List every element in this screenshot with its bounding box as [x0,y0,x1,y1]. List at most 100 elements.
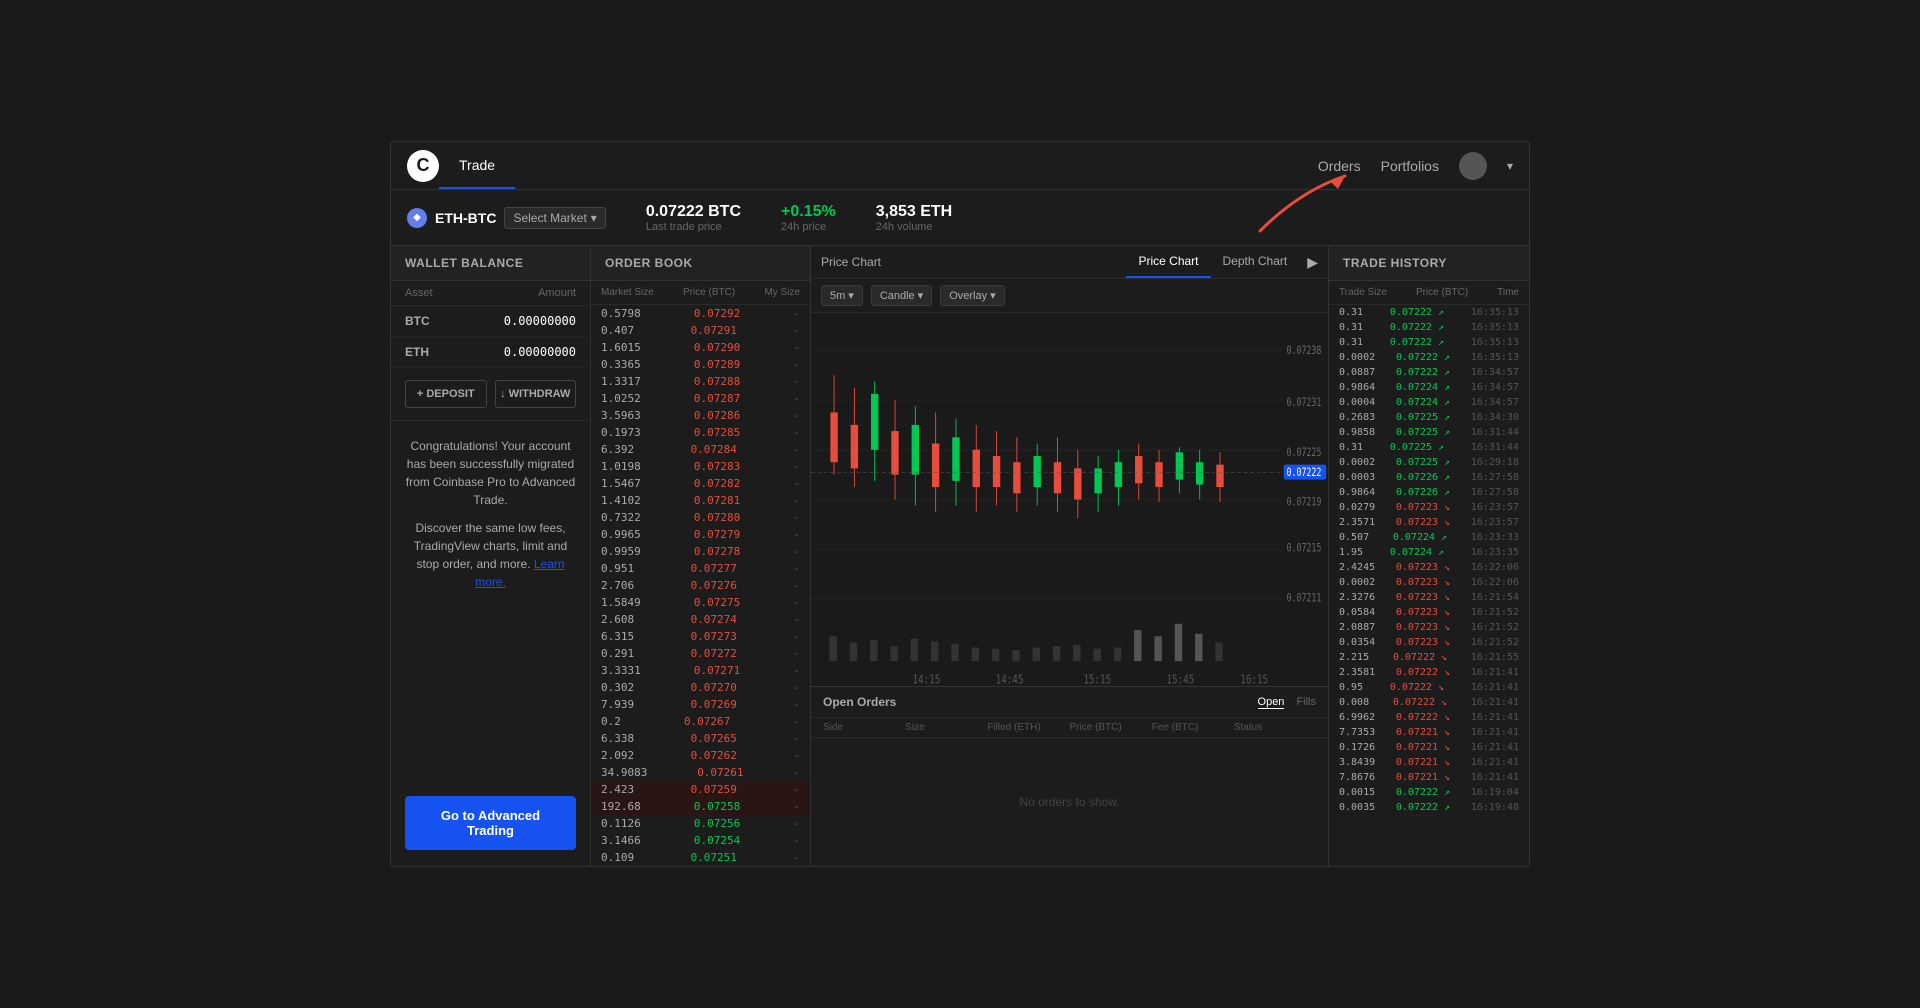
order-book-row[interactable]: 1.5467 0.07282 - [591,475,810,492]
order-book-row[interactable]: 2.608 0.07274 - [591,611,810,628]
timeframe-selector[interactable]: 5m ▾ [821,285,863,306]
order-book-row[interactable]: 0.109 0.07251 - [591,849,810,866]
order-book-row[interactable]: 0.5798 0.07292 - [591,305,810,322]
nav-right: Orders Portfolios ▾ [1318,152,1513,180]
order-book-row[interactable]: 1.3317 0.07288 - [591,373,810,390]
order-book-row[interactable]: 3.1466 0.07254 - [591,832,810,849]
order-book-row[interactable]: 1.4102 0.07281 - [591,492,810,509]
order-book-row[interactable]: 0.1126 0.07256 - [591,815,810,832]
wallet-header: Wallet Balance [391,246,590,281]
eth-icon: ◆ [407,208,427,228]
order-book-row[interactable]: 3.5963 0.07286 - [591,407,810,424]
chart-tab-depth[interactable]: Depth Chart [1211,246,1300,278]
chart-area: 0.07238 0.07231 0.07225 0.07222 0.07219 … [811,313,1328,686]
trade-history-row: 2.215 0.07222 ↘ 16:21:55 [1329,650,1529,665]
trade-history-row: 0.0035 0.07222 ↗ 16:19:48 [1329,800,1529,815]
pair-name: ETH-BTC [435,210,496,226]
open-orders-title: Open Orders [823,695,896,709]
overlay-selector[interactable]: Overlay ▾ [940,285,1004,306]
order-book-row[interactable]: 6.338 0.07265 - [591,730,810,747]
open-orders-columns: Side Size Filled (ETH) Price (BTC) Fee (… [811,718,1328,738]
order-book-row[interactable]: 1.5849 0.07275 - [591,594,810,611]
order-book-row[interactable]: 0.7322 0.07280 - [591,509,810,526]
oo-tab-fills[interactable]: Fills [1296,696,1316,709]
chart-controls: 5m ▾ Candle ▾ Overlay ▾ [811,279,1328,313]
order-book-row[interactable]: 1.0198 0.07283 - [591,458,810,475]
candle-type-selector[interactable]: Candle ▾ [871,285,932,306]
user-avatar[interactable] [1459,152,1487,180]
migration-notice: Congratulations! Your account has been s… [391,420,590,796]
trade-history-row: 2.3276 0.07223 ↘ 16:21:54 [1329,590,1529,605]
trade-history-row: 0.31 0.07222 ↗ 16:35:13 [1329,320,1529,335]
withdraw-button[interactable]: ↓ WITHDRAW [495,380,577,408]
order-book-row[interactable]: 0.2 0.07267 - [591,713,810,730]
ob-columns: Market Size Price (BTC) My Size [591,281,810,305]
order-book-row[interactable]: 0.951 0.07277 - [591,560,810,577]
trade-history-row: 0.31 0.07222 ↗ 16:35:13 [1329,305,1529,320]
chart-expand-btn[interactable]: ▶ [1307,254,1318,271]
svg-text:0.07222: 0.07222 [1286,467,1321,479]
order-book-row[interactable]: 6.315 0.07273 - [591,628,810,645]
trade-history-panel: Trade History Trade Size Price (BTC) Tim… [1329,246,1529,866]
svg-text:0.07215: 0.07215 [1286,543,1321,555]
price-chart-title: Price Chart [821,247,881,277]
order-book-row[interactable]: 6.392 0.07284 - [591,441,810,458]
svg-text:14:15: 14:15 [913,672,941,686]
trade-history-row: 0.31 0.07225 ↗ 16:31:44 [1329,440,1529,455]
user-menu-chevron[interactable]: ▾ [1507,159,1513,173]
trade-history-row: 0.0584 0.07223 ↘ 16:21:52 [1329,605,1529,620]
order-book-row[interactable]: 3.3331 0.07271 - [591,662,810,679]
trade-history-row: 0.0887 0.07222 ↗ 16:34:57 [1329,365,1529,380]
wallet-table-header: Asset Amount [391,281,590,306]
deposit-button[interactable]: + DEPOSIT [405,380,487,408]
trade-history-row: 0.9864 0.07226 ↗ 16:27:58 [1329,485,1529,500]
order-book-row[interactable]: 0.9965 0.07279 - [591,526,810,543]
trade-history-columns: Trade Size Price (BTC) Time [1329,281,1529,305]
nav-orders[interactable]: Orders [1318,158,1361,174]
svg-text:16:15: 16:15 [1240,672,1268,686]
chart-panel: Price Chart Price Chart Depth Chart ▶ 5m… [811,246,1329,866]
order-book-row[interactable]: 192.68 0.07258 - [591,798,810,815]
trade-history-row: 0.507 0.07224 ↗ 16:23:33 [1329,530,1529,545]
open-orders-header: Open Orders Open Fills [811,687,1328,718]
chart-top: Price Chart Price Chart Depth Chart ▶ 5m… [811,246,1328,686]
order-book-row[interactable]: 1.6015 0.07290 - [591,339,810,356]
chart-tab-price[interactable]: Price Chart [1126,246,1210,278]
svg-text:0.07231: 0.07231 [1286,397,1321,409]
order-book-row[interactable]: 0.3365 0.07289 - [591,356,810,373]
order-book-row[interactable]: 0.1973 0.07285 - [591,424,810,441]
nav-portfolios[interactable]: Portfolios [1381,158,1439,174]
trade-history-row: 0.95 0.07222 ↘ 16:21:41 [1329,680,1529,695]
order-book-row[interactable]: 0.291 0.07272 - [591,645,810,662]
order-book-row[interactable]: 34.9083 0.07261 - [591,764,810,781]
trade-history-row: 0.2683 0.07225 ↗ 16:34:30 [1329,410,1529,425]
select-market-btn[interactable]: Select Market ▾ [504,207,605,229]
order-book-row[interactable]: 2.092 0.07262 - [591,747,810,764]
coinbase-logo[interactable]: C [407,150,439,182]
trade-history-row: 0.0354 0.07223 ↘ 16:21:52 [1329,635,1529,650]
trade-history-row: 0.0003 0.07226 ↗ 16:27:58 [1329,470,1529,485]
order-book-row[interactable]: 2.706 0.07276 - [591,577,810,594]
market-pair: ◆ ETH-BTC Select Market ▾ [407,207,606,229]
nav-tab-trade[interactable]: Trade [439,142,515,189]
goto-advanced-trading-button[interactable]: Go to Advanced Trading [405,796,576,850]
order-book-row[interactable]: 2.423 0.07259 - [591,781,810,798]
nav-tabs: Trade [439,142,515,189]
svg-text:15:45: 15:45 [1166,672,1194,686]
trade-history-row: 0.0004 0.07224 ↗ 16:34:57 [1329,395,1529,410]
wallet-row-eth: ETH 0.00000000 [391,337,590,368]
trade-history-row: 0.0015 0.07222 ↗ 16:19:04 [1329,785,1529,800]
order-book-row[interactable]: 0.9959 0.07278 - [591,543,810,560]
trade-history-row: 1.95 0.07224 ↗ 16:23:35 [1329,545,1529,560]
volume: 3,853 ETH 24h volume [876,203,952,233]
order-book-row[interactable]: 0.302 0.07270 - [591,679,810,696]
oo-tab-open[interactable]: Open [1258,696,1285,709]
wallet-row-btc: BTC 0.00000000 [391,306,590,337]
order-book-row[interactable]: 7.939 0.07269 - [591,696,810,713]
trade-history-rows: 0.31 0.07222 ↗ 16:35:13 0.31 0.07222 ↗ 1… [1329,305,1529,815]
order-book-row[interactable]: 1.0252 0.07287 - [591,390,810,407]
trade-history-row: 0.31 0.07222 ↗ 16:35:13 [1329,335,1529,350]
trade-history-row: 0.0002 0.07223 ↘ 16:22:06 [1329,575,1529,590]
svg-text:15:15: 15:15 [1083,672,1111,686]
order-book-row[interactable]: 0.407 0.07291 - [591,322,810,339]
